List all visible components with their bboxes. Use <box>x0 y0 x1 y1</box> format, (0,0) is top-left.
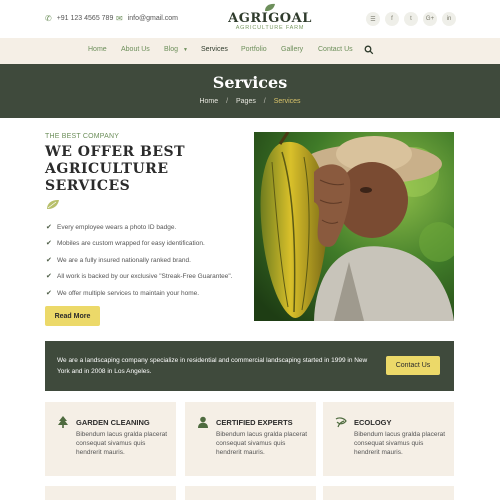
service-card-partial <box>323 486 454 500</box>
list-item-text: All work is backed by our exclusive "Str… <box>57 273 233 281</box>
service-card-garden-cleaning[interactable]: GARDEN CLEANING Bibendum lacus gralda pl… <box>45 402 176 476</box>
leaf-divider-icon <box>47 199 59 210</box>
linkedin-icon[interactable]: in <box>442 12 456 26</box>
google-plus-icon[interactable]: G+ <box>423 12 437 26</box>
farmer-cocoa-photo <box>254 132 454 321</box>
cta-text: We are a landscaping company specialize … <box>57 357 368 375</box>
check-icon: ✔ <box>46 224 52 231</box>
main-nav: Home About Us Blog ▼ Services Portfolio … <box>0 38 500 64</box>
logo[interactable]: AGRIGOAL AGRICULTURE FARM <box>220 3 320 32</box>
nav-about-us[interactable]: About Us <box>121 46 150 53</box>
mail-icon: ✉ <box>116 14 123 23</box>
list-item-text: We are a fully insured nationally ranked… <box>57 256 191 264</box>
service-title: GARDEN CLEANING <box>76 418 150 427</box>
social-links: ☰ f t G+ in <box>366 12 456 26</box>
feature-list: ✔ Every employee wears a photo ID badge. … <box>46 223 233 305</box>
ecology-icon <box>335 417 347 428</box>
nav-portfolio[interactable]: Portfolio <box>241 46 267 53</box>
list-item: ✔ We are a fully insured nationally ranke… <box>46 256 233 272</box>
service-title: ECOLOGY <box>354 418 392 427</box>
phone-number: +91 123 4565 789 <box>56 15 114 22</box>
nav-blog-label: Blog <box>164 46 179 53</box>
list-item-text: Every employee wears a photo ID badge. <box>57 224 177 231</box>
phone-contact[interactable]: ✆ +91 123 4565 789 <box>45 14 113 23</box>
read-more-button[interactable]: Read More <box>45 306 100 326</box>
nav-home[interactable]: Home <box>88 46 107 53</box>
list-item-text: We offer multiple services to maintain y… <box>57 289 200 297</box>
breadcrumb-separator: / <box>226 98 229 105</box>
phone-icon: ✆ <box>45 14 52 23</box>
list-item-text: Mobiles are custom wrapped for easy iden… <box>57 240 205 248</box>
contact-us-button[interactable]: Contact Us <box>386 356 440 375</box>
list-item: ✔ All work is backed by our exclusive "St… <box>46 272 233 288</box>
section-eyebrow: THE BEST COMPANY <box>45 133 120 140</box>
check-icon: ✔ <box>46 256 52 264</box>
service-title: CERTIFIED EXPERTS <box>216 418 293 427</box>
service-card-partial <box>185 486 316 500</box>
service-card-partial <box>45 486 176 500</box>
chevron-down-icon: ▼ <box>182 47 188 53</box>
service-description: Bibendum lacus gralda placerat consequat… <box>216 431 308 456</box>
twitter-icon[interactable]: t <box>404 12 418 26</box>
search-icon[interactable] <box>364 45 374 55</box>
breadcrumb: Home / Pages / Services <box>0 98 500 105</box>
check-icon: ✔ <box>46 289 52 297</box>
section-headline: WE OFFER BEST AGRICULTURE SERVICES <box>45 144 186 194</box>
service-card-ecology[interactable]: ECOLOGY Bibendum lacus gralda placerat c… <box>323 402 454 476</box>
breadcrumb-separator: / <box>263 98 266 105</box>
rss-icon[interactable]: ☰ <box>366 12 380 26</box>
page-title: Services <box>212 73 288 92</box>
email-address: info@gmail.com <box>127 15 178 22</box>
list-item: ✔ Every employee wears a photo ID badge. <box>46 223 233 239</box>
tree-icon <box>58 416 68 428</box>
nav-blog[interactable]: Blog ▼ <box>164 46 188 53</box>
list-item: ✔ We offer multiple services to maintain … <box>46 289 233 305</box>
logo-name: AGRIGOAL <box>228 11 312 26</box>
email-contact[interactable]: ✉ info@gmail.com <box>116 14 178 23</box>
cta-banner: We are a landscaping company specialize … <box>45 341 454 391</box>
service-description: Bibendum lacus gralda placerat consequat… <box>76 431 168 456</box>
breadcrumb-pages[interactable]: Pages <box>236 98 256 105</box>
top-bar: ✆ +91 123 4565 789 ✉ info@gmail.com AGRI… <box>0 0 500 38</box>
page-header: Services Home / Pages / Services <box>0 64 500 118</box>
service-card-certified-experts[interactable]: CERTIFIED EXPERTS Bibendum lacus gralda … <box>185 402 316 476</box>
breadcrumb-home[interactable]: Home <box>199 98 218 105</box>
nav-services[interactable]: Services <box>201 46 228 53</box>
breadcrumb-current: Services <box>273 98 301 105</box>
service-description: Bibendum lacus gralda placerat consequat… <box>354 431 446 456</box>
list-item: ✔ Mobiles are custom wrapped for easy ide… <box>46 239 233 255</box>
person-icon <box>198 416 208 428</box>
check-icon: ✔ <box>46 273 52 281</box>
nav-contact-us[interactable]: Contact Us <box>318 46 353 53</box>
facebook-icon[interactable]: f <box>385 12 399 26</box>
nav-gallery[interactable]: Gallery <box>281 46 303 53</box>
logo-tagline: AGRICULTURE FARM <box>235 25 305 31</box>
check-icon: ✔ <box>46 240 52 248</box>
